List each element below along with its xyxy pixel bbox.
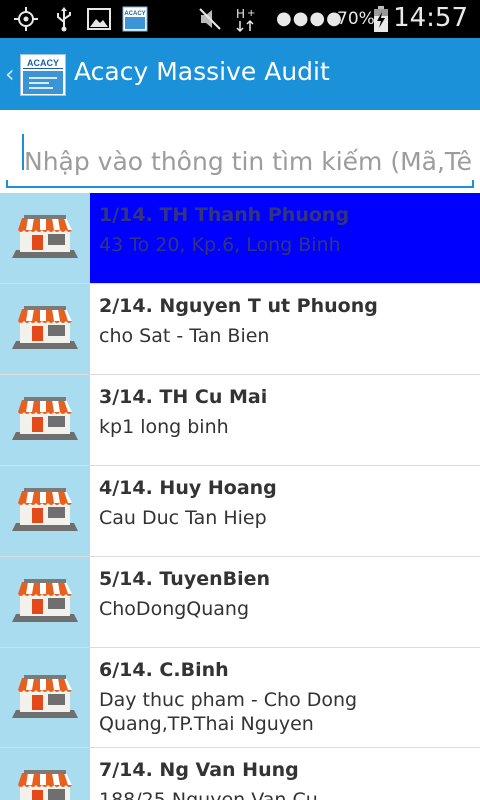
list-item[interactable]: 6/14. C.Binh Day thuc pham - Cho Dong Qu… — [0, 648, 480, 748]
svg-text:H: H — [236, 7, 245, 21]
image-icon — [86, 6, 112, 32]
chevron-left-icon[interactable]: ‹ — [5, 60, 15, 88]
list-item-text: 6/14. C.Binh Day thuc pham - Cho Dong Qu… — [90, 648, 480, 747]
list-item[interactable]: 1/14. TH Thanh Phuong 43 To 20, Kp.6, Lo… — [0, 193, 480, 284]
search-bar — [0, 110, 480, 194]
store-address: kp1 long binh — [99, 416, 229, 438]
gps-icon — [12, 6, 40, 32]
list-item-text: 4/14. Huy Hoang Cau Duc Tan Hiep — [90, 466, 480, 556]
store-icon — [0, 748, 90, 800]
clock: 14:57 — [393, 3, 468, 33]
store-address: Day thuc pham - Cho Dong Quang,TP.Thai N… — [99, 689, 358, 735]
store-title: 3/14. TH Cu Mai — [99, 386, 268, 408]
data-transfer-icon: H + — [234, 6, 258, 32]
app-notification-icon: ACACY — [122, 6, 148, 32]
logo-graphic — [23, 71, 63, 94]
store-address: 43 To 20, Kp.6, Long Binh — [99, 234, 341, 256]
battery-charging-icon — [372, 6, 390, 32]
status-bar: ACACY H + ●●●● 70% 14:57 — [0, 0, 480, 38]
store-title: 7/14. Ng Van Hung — [99, 759, 299, 781]
store-address: 188/25 Nguyen Van Cu — [99, 789, 318, 800]
search-underline-right-edge — [472, 180, 474, 188]
store-icon — [0, 648, 90, 747]
list-item[interactable]: 4/14. Huy Hoang Cau Duc Tan Hiep — [0, 466, 480, 557]
search-input[interactable] — [6, 136, 474, 188]
list-item-text: 2/14. Nguyen T ut Phuong cho Sat - Tan B… — [90, 284, 480, 374]
search-underline-left-edge — [6, 180, 8, 188]
store-address: cho Sat - Tan Bien — [99, 325, 270, 347]
store-icon — [0, 557, 90, 647]
logo-text: ACACY — [23, 57, 63, 69]
store-title: 1/14. TH Thanh Phuong — [99, 204, 350, 226]
store-title: 6/14. C.Binh — [99, 659, 229, 681]
store-address: Cau Duc Tan Hiep — [99, 507, 267, 529]
list-item-text: 3/14. TH Cu Mai kp1 long binh — [90, 375, 480, 465]
list-item[interactable]: 5/14. TuyenBien ChoDongQuang — [0, 557, 480, 648]
action-bar: ‹ ACACY Acacy Massive Audit — [0, 38, 480, 110]
store-icon — [0, 193, 90, 283]
mute-icon — [196, 6, 224, 32]
battery-percent: 70% — [337, 9, 375, 29]
list-item[interactable]: 7/14. Ng Van Hung 188/25 Nguyen Van Cu — [0, 748, 480, 800]
list-item[interactable]: 2/14. Nguyen T ut Phuong cho Sat - Tan B… — [0, 284, 480, 375]
store-title: 4/14. Huy Hoang — [99, 477, 277, 499]
store-icon — [0, 466, 90, 556]
store-title: 5/14. TuyenBien — [99, 568, 271, 590]
app-logo[interactable]: ACACY — [20, 54, 66, 96]
list-item[interactable]: 3/14. TH Cu Mai kp1 long binh — [0, 375, 480, 466]
store-title: 2/14. Nguyen T ut Phuong — [99, 295, 378, 317]
store-icon — [0, 375, 90, 465]
list-item-text: 1/14. TH Thanh Phuong 43 To 20, Kp.6, Lo… — [90, 193, 480, 283]
list-item-text: 5/14. TuyenBien ChoDongQuang — [90, 557, 480, 647]
svg-text:+: + — [247, 8, 255, 19]
list-item-text: 7/14. Ng Van Hung 188/25 Nguyen Van Cu — [90, 748, 480, 800]
signal-icon: ●●●● — [276, 8, 343, 29]
app-title: Acacy Massive Audit — [74, 57, 330, 86]
usb-icon — [54, 6, 74, 32]
store-icon — [0, 284, 90, 374]
store-address: ChoDongQuang — [99, 598, 250, 620]
store-list[interactable]: 1/14. TH Thanh Phuong 43 To 20, Kp.6, Lo… — [0, 193, 480, 800]
svg-text:ACACY: ACACY — [124, 11, 145, 17]
text-cursor — [22, 134, 24, 170]
